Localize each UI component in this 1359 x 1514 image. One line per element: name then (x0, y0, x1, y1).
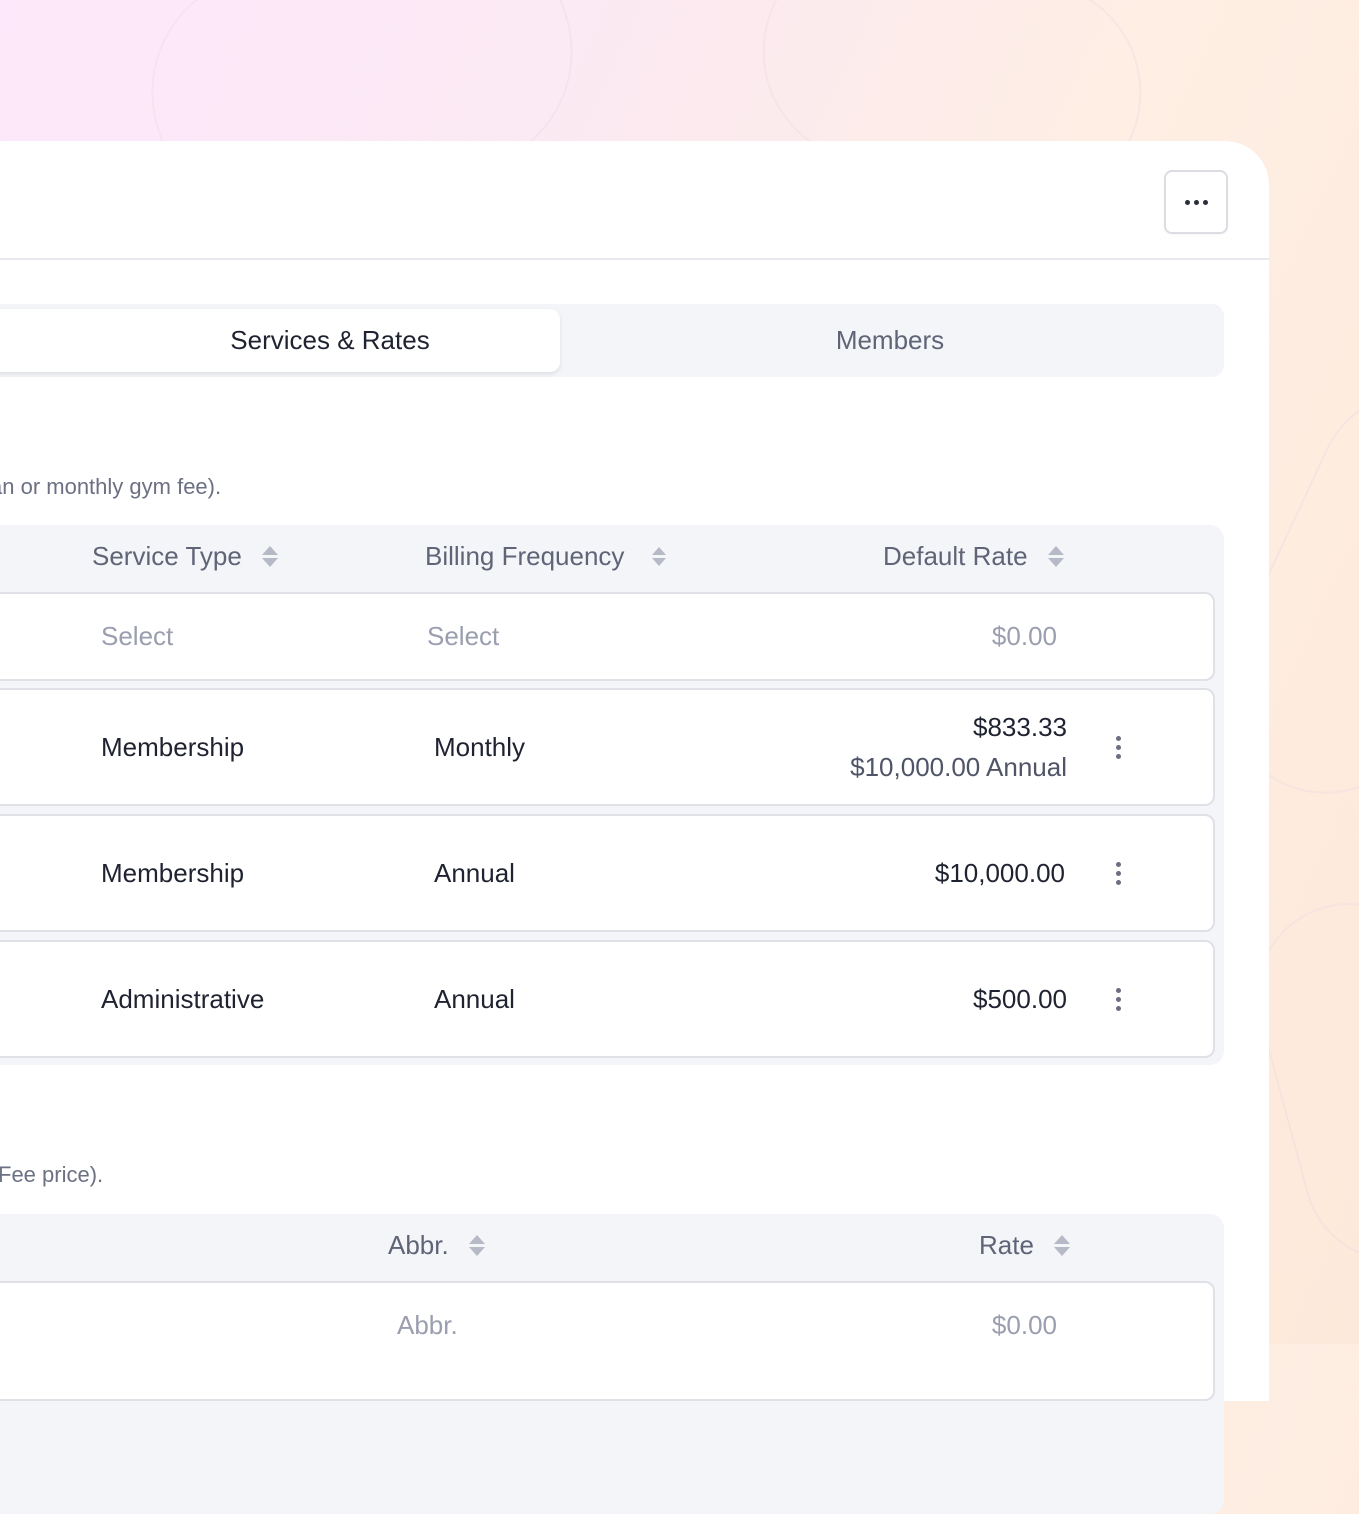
tab-label: Services & Rates (230, 325, 430, 355)
table-row: Administrative Annual $500.00 (0, 940, 1215, 1058)
horizontal-dots-icon (1184, 199, 1208, 205)
column-header-label: Billing Frequency (425, 541, 625, 571)
main-panel: Services & Rates Members an or monthly g… (0, 141, 1269, 1514)
service-type-cell: Membership (101, 858, 245, 888)
tab-members[interactable]: Members (560, 309, 1220, 372)
column-header-default-rate[interactable]: Default Rate (883, 541, 1064, 572)
rate-input[interactable]: $0.00 (992, 1310, 1057, 1341)
column-header-label: Rate (979, 1230, 1034, 1260)
rate-annual-cell: $10,000.00 Annual (850, 752, 1067, 782)
column-header-rate[interactable]: Rate (979, 1230, 1070, 1261)
rate-cell: $833.33 (973, 712, 1067, 742)
billing-frequency-select[interactable]: Select (427, 621, 499, 652)
service-type-cell: Administrative (101, 984, 265, 1014)
row-actions-icon[interactable] (1116, 736, 1121, 759)
row-actions-icon[interactable] (1116, 988, 1121, 1011)
fees-description: Fee price). (0, 1162, 104, 1187)
billing-frequency-cell: Annual (434, 984, 515, 1014)
default-rate-input[interactable]: $0.00 (992, 621, 1057, 652)
row-actions-icon[interactable] (1116, 862, 1121, 885)
column-header-billing-frequency[interactable]: Billing Frequency (425, 541, 667, 572)
sort-icon (261, 546, 278, 567)
table-row: Membership Monthly $833.33 $10,000.00 An… (0, 688, 1215, 806)
column-header-service-type[interactable]: Service Type (92, 541, 278, 572)
more-options-button[interactable] (1164, 170, 1228, 234)
sort-icon (468, 1235, 485, 1256)
column-header-label: Abbr. (388, 1230, 449, 1260)
tab-label: Members (835, 325, 945, 355)
tab-bar: Services & Rates Members (0, 304, 1224, 377)
fees-table: Abbr. Rate Abbr. $0.00 (0, 1214, 1224, 1514)
sort-icon (1047, 546, 1064, 567)
panel-header (0, 141, 1269, 260)
services-description: an or monthly gym fee). (0, 474, 222, 499)
new-service-row: Select Select $0.00 (0, 592, 1215, 681)
column-header-label: Service Type (92, 541, 242, 571)
service-type-cell: Membership (101, 732, 245, 762)
billing-frequency-cell: Annual (434, 858, 515, 888)
abbr-input[interactable]: Abbr. (397, 1310, 458, 1341)
new-fee-row: Abbr. $0.00 (0, 1281, 1215, 1401)
sort-icon (1053, 1235, 1070, 1256)
sort-icon (652, 547, 667, 566)
rate-cell: $500.00 (973, 984, 1067, 1014)
service-type-select[interactable]: Select (101, 621, 173, 652)
rate-cell: $10,000.00 (934, 858, 1065, 888)
column-header-abbr[interactable]: Abbr. (388, 1230, 485, 1261)
billing-frequency-cell: Monthly (434, 732, 526, 762)
tab-services-rates[interactable]: Services & Rates (0, 309, 560, 372)
column-header-label: Default Rate (883, 541, 1028, 571)
services-table: Service Type Billing Frequency Default R… (0, 525, 1224, 1065)
table-row: Membership Annual $10,000.00 (0, 814, 1215, 932)
